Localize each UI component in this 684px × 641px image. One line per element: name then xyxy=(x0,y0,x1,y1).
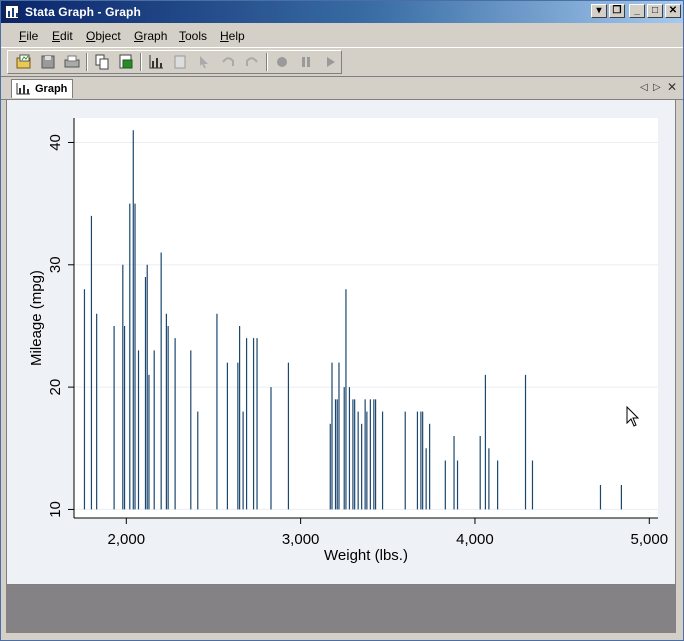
x-tick-label: 5,000 xyxy=(631,531,669,548)
x-tick-label: 2,000 xyxy=(108,531,146,548)
x-axis-label: Weight (lbs.) xyxy=(324,547,408,564)
y-tick-label: 40 xyxy=(47,134,64,151)
x-tick-label: 3,000 xyxy=(282,531,320,548)
spike-plot: 2,000 3,000 4,000 5,000 10 20 30 40 Weight (lbs… xyxy=(28,118,669,564)
y-axis-label: Mileage (mpg) xyxy=(28,270,45,366)
y-tick-label: 10 xyxy=(47,501,64,518)
y-tick-label: 20 xyxy=(47,379,64,396)
mouse-cursor-icon xyxy=(626,406,640,427)
y-tick-label: 30 xyxy=(47,256,64,273)
x-tick-label: 4,000 xyxy=(456,531,494,548)
